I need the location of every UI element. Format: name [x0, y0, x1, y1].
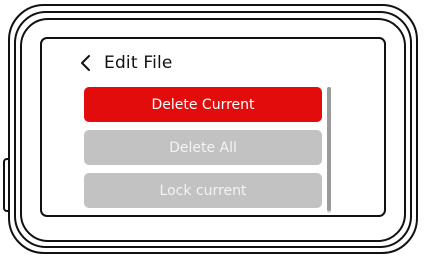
scrollbar[interactable]	[327, 87, 331, 213]
menu-item-partial[interactable]	[84, 216, 322, 217]
screen: Edit File Delete Current Delete All Lock…	[40, 37, 386, 217]
delete-all-button[interactable]: Delete All	[84, 130, 322, 165]
header: Edit File	[80, 51, 173, 75]
scrollbar-thumb[interactable]	[327, 87, 331, 211]
edit-file-menu: Delete Current Delete All Lock current	[84, 87, 322, 217]
page-title: Edit File	[104, 53, 173, 73]
delete-current-button[interactable]: Delete Current	[84, 87, 322, 122]
lock-current-button[interactable]: Lock current	[84, 173, 322, 208]
device: Edit File Delete Current Delete All Lock…	[0, 0, 427, 263]
chevron-left-icon[interactable]	[80, 52, 96, 74]
